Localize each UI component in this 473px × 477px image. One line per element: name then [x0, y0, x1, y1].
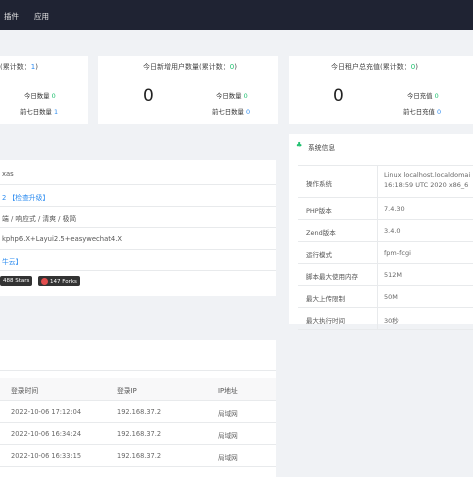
table-row: 2022-10-06 16:34:24 192.168.37.2 局域网 [11, 430, 238, 440]
stat-title: 数量(累计数：1) [0, 63, 38, 71]
today-recharge: 今日充值 0 [407, 92, 439, 100]
table-row: 2022-10-06 16:33:15 192.168.37.2 局域网 [11, 452, 238, 462]
sys-row-exec-time: 最大执行时间 30秒 [298, 308, 473, 330]
stat-big-number: 0 [333, 86, 344, 106]
forks-badge[interactable]: 147 Forks [38, 276, 80, 286]
sys-row-os: 操作系统 Linux localhost.localdomai 16:18:59… [298, 166, 473, 198]
week-count: 前七日数量 0 [212, 108, 251, 116]
system-info-title: 系统信息 [308, 144, 336, 152]
fork-icon [41, 278, 48, 285]
stat-title: 今日租户总充值(累计数：0) [331, 63, 418, 71]
sys-row-upload: 最大上传限制 50M [298, 286, 473, 308]
week-recharge: 前七日充值 0 [403, 108, 442, 116]
stat-card-plugins: 数量(累计数：1) 今日数量 0 前七日数量 1 [0, 56, 88, 124]
today-count: 今日数量 0 [24, 92, 56, 100]
check-update-link[interactable]: 【检查升级】 [9, 194, 50, 202]
sys-row-mode: 运行模式 fpm-fcgi [298, 242, 473, 264]
nav-plugins[interactable]: 插件 [4, 11, 19, 22]
info-line-version: 2 【检查升级】 [2, 194, 50, 202]
info-line-name: xas [2, 170, 14, 178]
sys-row-memory: 脚本最大使用内存 512M [298, 264, 473, 286]
week-count: 前七日数量 1 [20, 108, 59, 116]
stars-badge[interactable]: 488 Stars [0, 276, 33, 286]
stat-card-recharge: 今日租户总充值(累计数：0) 0 今日充值 0 前七日充值 0 [289, 56, 473, 124]
sys-row-zend: Zend版本 3.4.0 [298, 220, 473, 242]
stat-big-number: 0 [143, 86, 154, 106]
project-info-card: xas 2 【检查升级】 端 / 响应式 / 清爽 / 极简 kphp6.X+L… [0, 160, 276, 296]
table-header: 登录时间 登录IP IP地址 [0, 378, 276, 400]
info-line-features: 端 / 响应式 / 清爽 / 极简 [2, 215, 77, 223]
stat-card-users: 今日新增用户数量(累计数：0) 0 今日数量 0 前七日数量 0 [98, 56, 278, 124]
table-row: 2022-10-06 17:12:04 192.168.37.2 局域网 [11, 408, 238, 418]
stat-title: 今日新增用户数量(累计数：0) [143, 63, 237, 71]
info-line-stack: kphp6.X+Layui2.5+easywechat4.X [2, 235, 123, 243]
info-line-link[interactable]: 牛云】 [2, 256, 22, 266]
leaf-icon: ♣ [296, 141, 303, 149]
top-navbar: 插件 应用 [0, 0, 473, 30]
today-count: 今日数量 0 [216, 92, 248, 100]
login-log-card: 登录时间 登录IP IP地址 2022-10-06 17:12:04 192.1… [0, 340, 276, 477]
sys-row-php: PHP版本 7.4.30 [298, 198, 473, 220]
nav-apps[interactable]: 应用 [34, 11, 49, 22]
